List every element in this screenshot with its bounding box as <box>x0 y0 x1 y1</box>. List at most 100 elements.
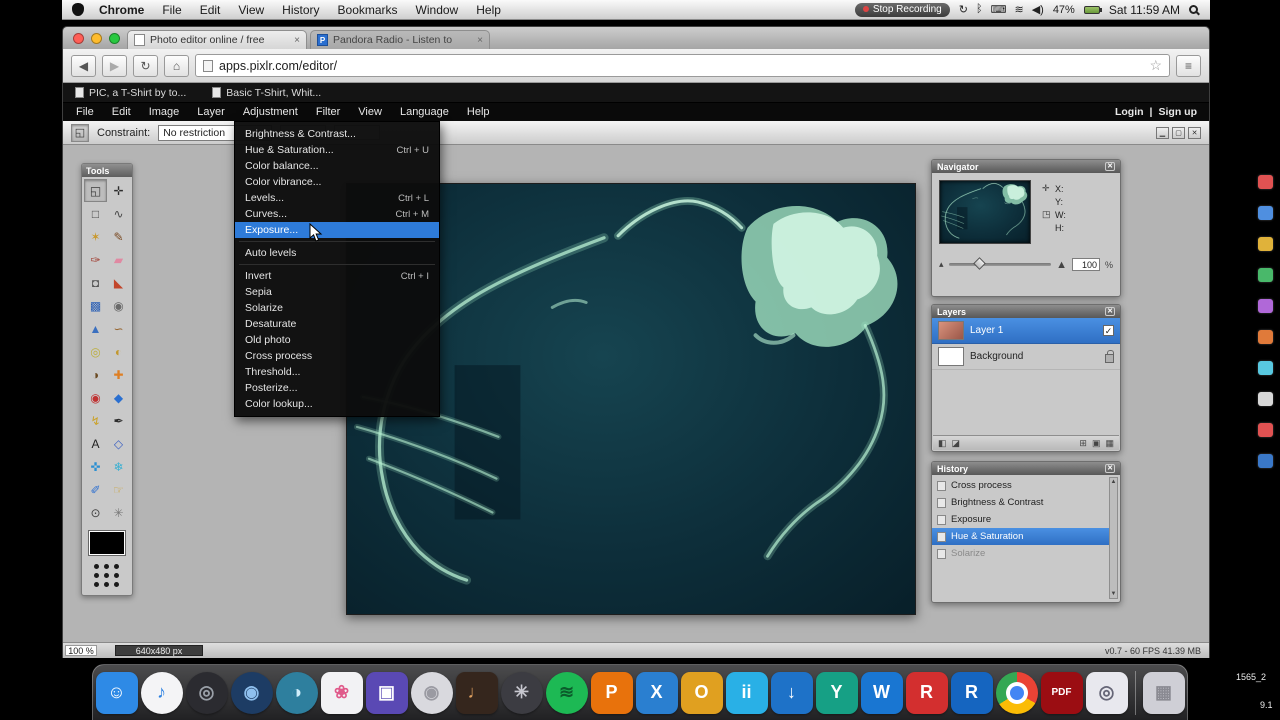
scroll-down-icon[interactable]: ▼ <box>1111 591 1117 597</box>
dock-camera-lens-app[interactable]: ◎ <box>185 671 228 714</box>
pixlr-menu-file[interactable]: File <box>67 103 103 121</box>
navigator-title-bar[interactable]: Navigator ✕ <box>932 160 1120 173</box>
pixlr-menu-filter[interactable]: Filter <box>307 103 349 121</box>
red-eye-tool[interactable]: ◉ <box>84 386 107 409</box>
bucket-tool[interactable]: ◣ <box>107 271 130 294</box>
pixlr-menu-image[interactable]: Image <box>140 103 189 121</box>
foreground-color-swatch[interactable] <box>88 530 126 556</box>
zoom-window-button[interactable] <box>109 33 120 44</box>
shape-tool[interactable]: ◇ <box>107 432 130 455</box>
history-scrollbar[interactable]: ▲ ▼ <box>1109 477 1118 599</box>
close-icon[interactable]: ✕ <box>1105 307 1115 316</box>
zoom-tool[interactable]: ⊙ <box>84 501 107 524</box>
menu-item-hue-saturation[interactable]: Hue & Saturation... Ctrl + U <box>235 142 439 158</box>
pixlr-menu-help[interactable]: Help <box>458 103 499 121</box>
statusbar-zoom[interactable]: 100 % <box>65 645 97 656</box>
menu-item-threshold[interactable]: Threshold... <box>235 364 439 380</box>
eraser-tool[interactable]: ▰ <box>107 248 130 271</box>
menu-item-auto-levels[interactable]: Auto levels <box>235 245 439 261</box>
dock-dvd-player[interactable]: ◉ <box>410 671 453 714</box>
battery-icon[interactable] <box>1083 5 1102 14</box>
home-button[interactable]: ⌂ <box>164 54 189 77</box>
dock-finder[interactable]: ☺ <box>95 671 138 714</box>
dock-app-ii[interactable]: ii <box>725 671 768 714</box>
history-step[interactable]: Solarize <box>932 545 1109 562</box>
zoom-out-icon[interactable]: ▴ <box>939 259 944 270</box>
lasso-tool[interactable]: ∿ <box>107 202 130 225</box>
smudge-tool[interactable]: ∽ <box>107 317 130 340</box>
menubar-clock[interactable]: Sat 11:59 AM <box>1109 3 1180 17</box>
brush-tool[interactable]: ✑ <box>84 248 107 271</box>
desktop-icon[interactable] <box>1258 423 1273 437</box>
dock-steering-wheel-app[interactable]: ✳ <box>500 671 543 714</box>
dock-chrome[interactable] <box>995 671 1038 714</box>
pixlr-menu-layer[interactable]: Layer <box>188 103 234 121</box>
navigator-thumbnail[interactable] <box>939 180 1031 244</box>
arrows-tool[interactable]: ✜ <box>84 455 107 478</box>
desktop-icon[interactable] <box>1258 175 1273 189</box>
bookmark-item[interactable]: PIC, a T-Shirt by to... <box>75 87 186 99</box>
dock-itunes[interactable]: ♪ <box>140 671 183 714</box>
layer-visibility-checkbox[interactable]: ✓ <box>1103 325 1114 336</box>
desktop-icon[interactable] <box>1258 361 1273 375</box>
history-title-bar[interactable]: History ✕ <box>932 462 1120 475</box>
menu-item-levels[interactable]: Levels... Ctrl + L <box>235 190 439 206</box>
tab-close-icon[interactable]: × <box>294 35 300 46</box>
menu-item-solarize[interactable]: Solarize <box>235 300 439 316</box>
layer-settings-icon[interactable]: ◧ <box>938 438 947 449</box>
desktop-icon[interactable] <box>1258 237 1273 251</box>
bookmark-star-icon[interactable]: ☆ <box>1149 57 1162 74</box>
desktop-file-label[interactable]: 9.1 <box>1260 700 1273 710</box>
login-link[interactable]: Login <box>1115 106 1144 118</box>
pen-tool[interactable]: ✒ <box>107 409 130 432</box>
menu-item-sepia[interactable]: Sepia <box>235 284 439 300</box>
dodge-tool[interactable]: ◐ <box>107 340 130 363</box>
pixlr-menu-language[interactable]: Language <box>391 103 458 121</box>
bluetooth-icon[interactable]: ᛒ <box>976 3 983 16</box>
desktop-file-label[interactable]: 1565_2 <box>1236 672 1266 682</box>
menu-item-desaturate[interactable]: Desaturate <box>235 316 439 332</box>
pixlr-menu-view[interactable]: View <box>349 103 391 121</box>
back-button[interactable]: ◀ <box>71 54 96 77</box>
mac-menu-window[interactable]: Window <box>407 3 468 17</box>
mac-menu-chrome[interactable]: Chrome <box>90 3 153 17</box>
menu-item-curves[interactable]: Curves... Ctrl + M <box>235 206 439 222</box>
history-step[interactable]: Brightness & Contrast <box>932 494 1109 511</box>
mac-menu-help[interactable]: Help <box>467 3 510 17</box>
history-step[interactable]: Cross process <box>932 477 1109 494</box>
menu-item-posterize[interactable]: Posterize... <box>235 380 439 396</box>
move-tool[interactable]: ✛ <box>107 179 130 202</box>
desktop-icon[interactable] <box>1258 392 1273 406</box>
marquee-tool[interactable]: □ <box>84 202 107 225</box>
layer-mask-icon[interactable]: ◪ <box>952 438 961 449</box>
hand-tool[interactable]: ☞ <box>107 478 130 501</box>
tools-palette-title[interactable]: Tools <box>82 164 132 177</box>
more-tool[interactable]: ✳ <box>107 501 130 524</box>
minimize-window-button[interactable] <box>91 33 102 44</box>
pixlr-menu-edit[interactable]: Edit <box>103 103 140 121</box>
tab-2[interactable]: P Pandora Radio - Listen to × <box>310 30 490 49</box>
eyedropper-tool[interactable]: ✐ <box>84 478 107 501</box>
menu-item-cross-process[interactable]: Cross process <box>235 348 439 364</box>
menu-item-invert[interactable]: Invert Ctrl + I <box>235 268 439 284</box>
desktop-icon[interactable] <box>1258 299 1273 313</box>
dock-photos-app[interactable]: ❀ <box>320 671 363 714</box>
delete-layer-icon[interactable]: ▦ <box>1105 438 1114 449</box>
mac-menu-bookmarks[interactable]: Bookmarks <box>329 3 407 17</box>
dock-app-r-red[interactable]: R <box>905 671 948 714</box>
close-window-button[interactable] <box>73 33 84 44</box>
history-step[interactable]: Hue & Saturation <box>932 528 1109 545</box>
menu-item-brightness-contrast[interactable]: Brightness & Contrast... <box>235 126 439 142</box>
menu-item-color-vibrance[interactable]: Color vibrance... <box>235 174 439 190</box>
keyboard-icon[interactable]: ⌨ <box>991 3 1007 16</box>
bandage-tool[interactable]: ✚ <box>107 363 130 386</box>
forward-button[interactable]: ▶ <box>102 54 127 77</box>
reload-button[interactable]: ↻ <box>133 54 158 77</box>
sharpen-tool[interactable]: ▲ <box>84 317 107 340</box>
dock-app-x[interactable]: X <box>635 671 678 714</box>
dock-app-p[interactable]: P <box>590 671 633 714</box>
type-tool[interactable]: A <box>84 432 107 455</box>
dock-app-w[interactable]: W <box>860 671 903 714</box>
wifi-icon[interactable]: ≋ <box>1014 3 1023 16</box>
menu-item-old-photo[interactable]: Old photo <box>235 332 439 348</box>
